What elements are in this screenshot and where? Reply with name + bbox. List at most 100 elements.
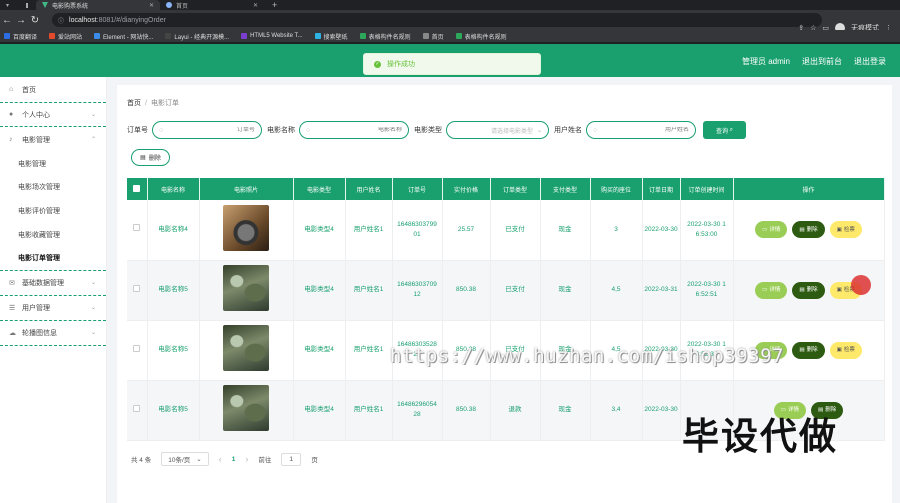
close-icon[interactable]: ✕ bbox=[149, 2, 154, 9]
select-all-checkbox[interactable] bbox=[133, 184, 141, 192]
bookmark-icon bbox=[165, 33, 172, 39]
bookmark-item[interactable]: 爱站网站 bbox=[49, 32, 82, 41]
bookmark-item[interactable]: 百度翻译 bbox=[4, 32, 37, 41]
new-tab-button[interactable]: + bbox=[266, 0, 280, 10]
column-header: 电影类型 bbox=[293, 178, 346, 200]
user-name-input[interactable]: ○ bbox=[586, 121, 696, 139]
cell-order_no: 1648630370912 bbox=[392, 260, 443, 321]
next-page-button[interactable]: › bbox=[245, 454, 248, 464]
movie-name-input[interactable]: ○ bbox=[299, 121, 409, 139]
submenu-item[interactable]: 电影管理 bbox=[0, 152, 106, 176]
cell-type: 电影类型4 bbox=[293, 260, 346, 321]
row-checkbox[interactable] bbox=[133, 284, 141, 292]
sidebar-item[interactable]: ☁ 轮播图信息 ⌄ bbox=[0, 321, 106, 346]
chevron-down-icon: ⌄ bbox=[536, 127, 542, 134]
mic-icon: ♪ bbox=[9, 136, 13, 143]
list-icon: ☰ bbox=[9, 304, 16, 312]
cell-order_type: 已支付 bbox=[490, 260, 541, 321]
pagination: 共 4 条 10条/页 ⌄ ‹ 1 › 前往 1 页 bbox=[131, 452, 318, 466]
cloud-icon: ☁ bbox=[9, 329, 16, 337]
op-icon: ▣ bbox=[836, 346, 842, 353]
bookmark-item[interactable]: 首页 bbox=[422, 32, 444, 41]
bookmark-item[interactable]: 表格构件名规则 bbox=[455, 32, 507, 41]
tab-home[interactable]: 首页 ✕ bbox=[160, 0, 264, 10]
table-header: 电影名称 电影照片 电影类型 用户姓名 订单号 实付价格 订单类型 支付类型 购买的座位 订单日期… bbox=[127, 178, 885, 200]
submenu-item[interactable]: 电影评价管理 bbox=[0, 199, 106, 223]
sidebar: ⌂ 首页 ● 个人中心 ⌄ ♪ 电影管理 ⌃ 电影管理 电影场次管理 电影评价管理电… bbox=[0, 77, 107, 503]
window-icon[interactable] bbox=[20, 0, 32, 10]
movie-type-select[interactable]: 请选择电影类型 ⌄ bbox=[446, 121, 549, 139]
delete-button[interactable]: ▤ 删除 bbox=[792, 281, 825, 299]
home-icon: ⌂ bbox=[9, 86, 14, 93]
detail-button[interactable]: ▭ 详情 bbox=[755, 221, 788, 239]
page-icon bbox=[166, 2, 172, 8]
search-icon: ○ bbox=[306, 126, 311, 134]
mouse-cursor bbox=[851, 275, 871, 295]
column-header: 电影名称 bbox=[147, 178, 200, 200]
page-size-select[interactable]: 10条/页 ⌄ bbox=[161, 452, 209, 466]
mail-icon: ✉ bbox=[9, 279, 15, 287]
movie-poster bbox=[223, 204, 269, 251]
tab-movie-system[interactable]: 电影购票系统 ✕ bbox=[36, 0, 160, 10]
row-checkbox[interactable] bbox=[133, 404, 141, 412]
goto-page-input[interactable]: 1 bbox=[281, 452, 302, 466]
sidebar-item[interactable]: ☰ 用户管理 ⌄ bbox=[0, 296, 106, 321]
column-header: 订单日期 bbox=[642, 178, 681, 200]
breadcrumb-home[interactable]: 首页 bbox=[127, 100, 141, 107]
order-no-input[interactable]: ○ bbox=[152, 121, 262, 139]
reload-icon[interactable]: ↻ bbox=[28, 15, 42, 26]
forward-arrow-icon[interactable]: → bbox=[14, 15, 28, 26]
prev-page-button[interactable]: ‹ bbox=[219, 454, 222, 464]
user-icon: ● bbox=[9, 111, 14, 118]
movie-poster bbox=[223, 325, 269, 372]
cell-name: 电影名称5 bbox=[147, 320, 200, 381]
back-to-front-link[interactable]: 退出到前台 bbox=[802, 56, 842, 67]
table-row: 电影名称4 电影类型4 用户姓名1 1648630379901 25.57 已支付 现金 3 2… bbox=[127, 200, 885, 261]
search-icon: ○ bbox=[159, 126, 164, 134]
logout-link[interactable]: 退出登录 bbox=[854, 56, 886, 67]
cell-price: 25.57 bbox=[442, 200, 491, 261]
admin-label: 管理员 admin bbox=[741, 57, 790, 66]
cell-user: 用户姓名1 bbox=[345, 320, 393, 381]
bookmark-icon bbox=[4, 33, 10, 39]
row-checkbox[interactable] bbox=[133, 344, 141, 352]
tab-search-icon[interactable]: ▾ bbox=[0, 0, 12, 10]
cell-user: 用户姓名1 bbox=[345, 200, 393, 261]
check-ticket-button[interactable]: ▣ 检票 bbox=[829, 221, 862, 239]
close-icon[interactable]: ✕ bbox=[253, 2, 258, 9]
op-icon: ▤ bbox=[799, 346, 805, 353]
sidebar-item-movie-management[interactable]: ♪ 电影管理 ⌃ bbox=[0, 127, 106, 152]
search-button[interactable]: 查询 ⌕ bbox=[703, 121, 746, 139]
order-table: 电影名称 电影照片 电影类型 用户姓名 订单号 实付价格 订单类型 支付类型 购买的座位 订单日期… bbox=[127, 178, 885, 441]
sidebar-item-profile[interactable]: ● 个人中心 ⌄ bbox=[0, 102, 106, 127]
cell-order_type: 退款 bbox=[490, 380, 541, 441]
column-header: 购买的座位 bbox=[590, 178, 643, 200]
detail-button[interactable]: ▭ 详情 bbox=[755, 281, 788, 299]
submenu-item[interactable]: 电影场次管理 bbox=[0, 176, 106, 200]
back-arrow-icon[interactable]: ← bbox=[0, 15, 14, 26]
bookmark-item[interactable]: HTML5 Website T... bbox=[241, 33, 303, 39]
batch-delete-button[interactable]: ▤ 删除 bbox=[131, 149, 170, 166]
bookmark-item[interactable]: 搜索壁纸 bbox=[314, 32, 348, 41]
delete-button[interactable]: ▤ 删除 bbox=[792, 341, 825, 359]
cell-created: 2022-03-30 16:53:00 bbox=[680, 200, 734, 261]
sidebar-item-home[interactable]: ⌂ 首页 bbox=[0, 77, 106, 102]
bookmark-item[interactable]: 表格构件名规则 bbox=[359, 32, 411, 41]
bookmark-item[interactable]: Element - 网站快... bbox=[94, 32, 153, 41]
op-icon: ▣ bbox=[836, 286, 842, 293]
chevron-up-icon: ⌃ bbox=[90, 137, 96, 143]
page-number[interactable]: 1 bbox=[232, 456, 236, 463]
cell-user: 用户姓名1 bbox=[345, 260, 393, 321]
delete-button[interactable]: ▤ 删除 bbox=[792, 221, 825, 239]
submenu-item[interactable]: 电影收藏管理 bbox=[0, 223, 106, 247]
bookmark-item[interactable]: Layui - 经典开源模... bbox=[165, 32, 229, 41]
url-input[interactable]: ⓘ localhost:8081/#/dianyingOrder bbox=[52, 13, 822, 27]
op-icon: ▣ bbox=[836, 226, 842, 233]
browser-tab-bar: ▾ 电影购票系统 ✕ 首页 ✕ + bbox=[0, 0, 900, 10]
sidebar-item[interactable]: ✉ 基础数据管理 ⌄ bbox=[0, 271, 106, 296]
cell-seats: 4,5 bbox=[590, 260, 643, 321]
check-ticket-button[interactable]: ▣ 检票 bbox=[829, 341, 862, 359]
chevron-down-icon: ⌄ bbox=[90, 330, 96, 337]
submenu-item[interactable]: 电影订单管理 bbox=[0, 246, 106, 270]
row-checkbox[interactable] bbox=[133, 224, 141, 232]
